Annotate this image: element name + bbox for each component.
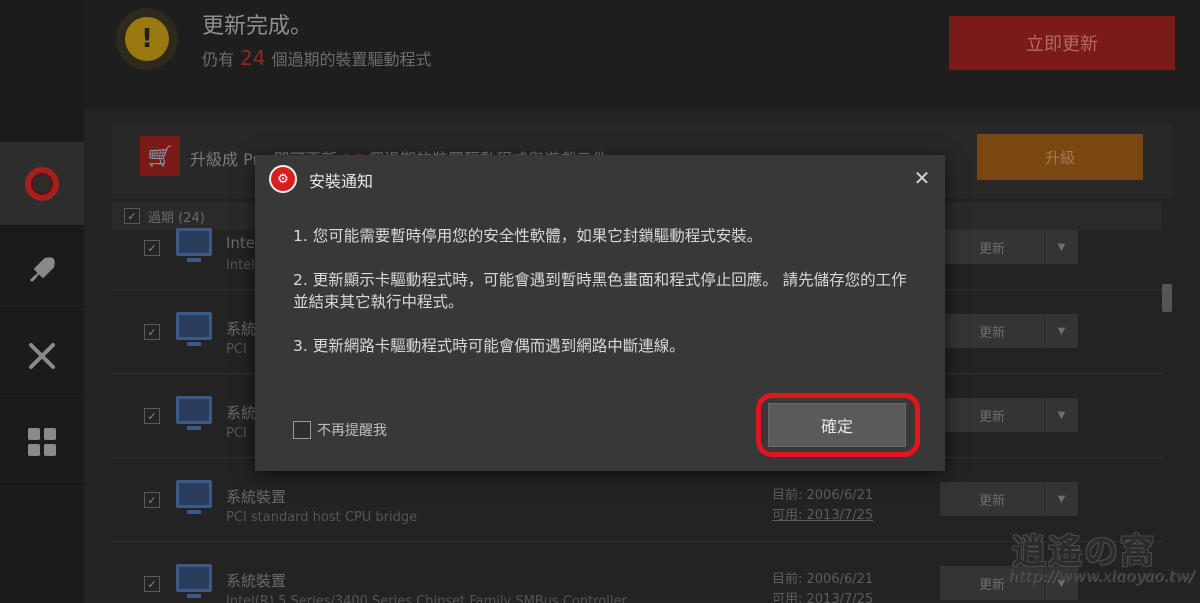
row-subtitle: Intel: [226, 258, 255, 273]
computer-icon: [176, 396, 212, 430]
dialog-body: 1. 您可能需要暫時停用您的安全性軟體，如果它封鎖驅動程式安裝。 2. 更新顯示…: [293, 225, 913, 379]
sidebar: [0, 0, 84, 603]
scrollbar[interactable]: [1162, 284, 1172, 312]
row-subtitle: PCI: [226, 342, 247, 357]
computer-icon: [176, 228, 212, 262]
row-title: 系統裝置: [226, 488, 287, 506]
warning-badge: !: [116, 8, 178, 70]
dialog-titlebar: ⚙ 安裝通知 ✕: [255, 155, 945, 203]
notice-line-3: 3. 更新網路卡驅動程式時可能會偶而遇到網路中斷連線。: [293, 337, 685, 355]
outdated-count: 24: [240, 46, 266, 70]
chevron-down-icon[interactable]: ▼: [1044, 314, 1078, 348]
grid-icon: [28, 427, 56, 456]
dont-remind-checkbox[interactable]: 不再提醒我: [293, 420, 387, 440]
computer-icon: [176, 480, 212, 514]
row-dates: 目前: 2006/6/21 可用: 2013/7/25: [772, 572, 874, 603]
row-update-button[interactable]: 更新 ▼: [940, 398, 1078, 432]
row-title: 系統: [226, 320, 257, 338]
row-title: 系統裝置: [226, 572, 287, 590]
computer-icon: [176, 312, 212, 346]
computer-icon: [176, 564, 212, 598]
update-all-button[interactable]: 立即更新: [949, 16, 1175, 70]
row-update-button[interactable]: 更新 ▼: [940, 314, 1078, 348]
ok-button-highlight: [756, 393, 920, 457]
watermark-url: http://www.xiaoyao.tw/: [1008, 566, 1194, 585]
chevron-down-icon[interactable]: ▼: [1044, 230, 1078, 264]
row-subtitle: PCI: [226, 426, 247, 441]
sidebar-item-tools[interactable]: [0, 314, 84, 398]
row-dates: 目前: 2006/6/21 可用: 2013/7/25: [772, 488, 874, 523]
sidebar-item-scan[interactable]: [0, 142, 84, 226]
row-update-button[interactable]: 更新 ▼: [940, 230, 1078, 264]
rocket-icon: [29, 256, 55, 282]
row-subtitle: PCI standard host CPU bridge: [226, 510, 418, 525]
close-icon[interactable]: ✕: [911, 167, 933, 189]
watermark: 逍遙の窩 http://www.xiaoyao.tw/: [955, 520, 1200, 603]
upgrade-button[interactable]: 升級: [977, 134, 1143, 180]
notice-line-2: 2. 更新顯示卡驅動程式時，可能會遇到暫時黑色畫面和程式停止回應。 請先儲存您的…: [293, 271, 907, 311]
row-checkbox[interactable]: ✓: [144, 576, 160, 592]
sidebar-item-boost[interactable]: [0, 228, 84, 312]
chevron-down-icon[interactable]: ▼: [1044, 482, 1078, 516]
cart-icon: 🛒: [140, 136, 180, 176]
dont-remind-label: 不再提醒我: [317, 423, 387, 439]
tools-icon: [29, 342, 55, 369]
chevron-down-icon[interactable]: ▼: [1044, 398, 1078, 432]
status-header: ! 更新完成。 仍有 24 個過期的裝置驅動程式 立即更新: [84, 0, 1200, 110]
row-checkbox[interactable]: ✓: [144, 324, 160, 340]
notice-line-1: 1. 您可能需要暫時停用您的安全性軟體，如果它封鎖驅動程式安裝。: [293, 227, 763, 245]
dialog-title: 安裝通知: [309, 172, 374, 191]
row-title: 系統: [226, 404, 257, 422]
sidebar-item-apps[interactable]: [0, 400, 84, 484]
row-checkbox[interactable]: ✓: [144, 240, 160, 256]
checkbox-box[interactable]: [293, 421, 311, 439]
row-checkbox[interactable]: ✓: [144, 492, 160, 508]
row-checkbox[interactable]: ✓: [144, 408, 160, 424]
row-update-button[interactable]: 更新 ▼: [940, 482, 1078, 516]
scan-ring-icon: [25, 166, 59, 201]
exclamation-icon: !: [125, 17, 169, 61]
row-subtitle: Intel(R) 5 Series/3400 Series Chipset Fa…: [226, 594, 627, 603]
status-title: 更新完成。: [202, 14, 313, 39]
status-subtitle: 仍有 24 個過期的裝置驅動程式: [202, 46, 432, 70]
app-logo-icon: ⚙: [269, 165, 297, 193]
